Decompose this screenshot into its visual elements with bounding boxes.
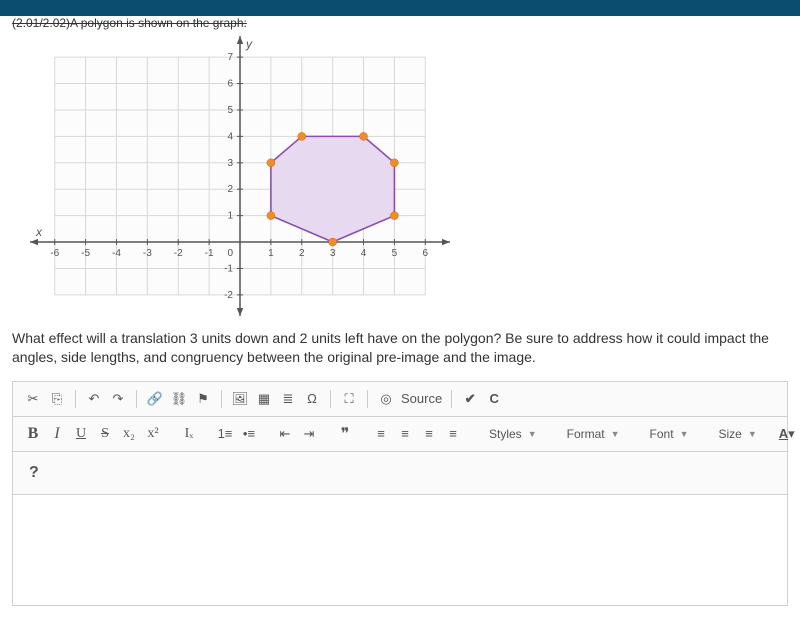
question-code: (2.01/2.02)	[12, 16, 70, 30]
svg-text:x: x	[35, 225, 43, 239]
subscript-button[interactable]: x₂	[117, 423, 141, 445]
unordered-list-button[interactable]: •≡	[237, 423, 261, 445]
align-center-button[interactable]: ≡	[393, 423, 417, 445]
superscript-button[interactable]: x²	[141, 423, 165, 445]
svg-text:6: 6	[227, 79, 233, 90]
unlink-button[interactable]: ⛓	[167, 388, 191, 410]
separator	[136, 390, 137, 408]
bold-button[interactable]: B	[21, 423, 45, 445]
toolbar-row-1: ✂ ⎘ ↶ ↷ 🔗 ⛓ ⚑ 🖼 ▦ ≣ Ω ⛶ ◎ Source ✔ C	[13, 382, 787, 417]
underline-button[interactable]: U	[69, 423, 93, 445]
separator	[75, 390, 76, 408]
graph-container: -6 -5 -4 -3 -2 -1 1 2 3 4 5 6 -2 -1 1 2 3 4 5 6 7 0 x y	[30, 36, 788, 319]
svg-text:-4: -4	[112, 248, 121, 259]
svg-text:-2: -2	[224, 290, 233, 301]
spellcheck-button[interactable]: ✔	[458, 388, 482, 410]
removeformat-button[interactable]: Iₓ	[177, 423, 201, 445]
cut-button[interactable]: ✂	[21, 388, 45, 410]
link-button[interactable]: 🔗	[143, 388, 167, 410]
font-dropdown[interactable]: Font ▼	[644, 423, 695, 445]
size-label: Size	[718, 427, 741, 441]
svg-text:5: 5	[227, 105, 233, 116]
hr-button[interactable]: ≣	[276, 388, 300, 410]
ordered-list-button[interactable]: 1≡	[213, 423, 237, 445]
question-intro: A polygon is shown on the graph:	[70, 16, 247, 30]
svg-text:0: 0	[227, 248, 233, 259]
svg-text:y: y	[245, 37, 253, 51]
image-button[interactable]: 🖼	[228, 388, 252, 410]
toolbar-row-2: B I U S x₂ x² Iₓ 1≡ •≡ ⇤ ⇥ ❞ ≡ ≡ ≡ ≡ Sty…	[13, 417, 787, 452]
copy-button[interactable]: ⎘	[45, 388, 69, 410]
caret-down-icon: ▼	[748, 429, 757, 439]
caret-down-icon: ▼	[528, 429, 537, 439]
answer-textarea[interactable]	[13, 495, 787, 605]
svg-text:1: 1	[227, 211, 233, 222]
align-justify-button[interactable]: ≡	[441, 423, 465, 445]
source-button[interactable]: Source	[398, 388, 445, 410]
separator	[451, 390, 452, 408]
question-header: (2.01/2.02)A polygon is shown on the gra…	[12, 16, 788, 30]
svg-text:-6: -6	[50, 248, 59, 259]
svg-text:3: 3	[330, 248, 336, 259]
svg-text:2: 2	[227, 184, 233, 195]
caret-down-icon: ▼	[611, 429, 620, 439]
svg-text:2: 2	[299, 248, 305, 259]
svg-text:4: 4	[227, 131, 233, 142]
text-color-button[interactable]: A▾	[775, 426, 799, 442]
align-left-button[interactable]: ≡	[369, 423, 393, 445]
caret-down-icon: ▾	[788, 426, 795, 442]
table-button[interactable]: ▦	[252, 388, 276, 410]
align-right-button[interactable]: ≡	[417, 423, 441, 445]
svg-text:3: 3	[227, 158, 233, 169]
strike-button[interactable]: S	[93, 423, 117, 445]
font-label: Font	[650, 427, 674, 441]
undo-button[interactable]: ↶	[82, 388, 106, 410]
toolbar-row-3: ?	[13, 452, 787, 495]
source-icon: ◎	[374, 388, 398, 410]
refresh-button[interactable]: C	[482, 388, 506, 410]
anchor-button[interactable]: ⚑	[191, 388, 215, 410]
svg-text:4: 4	[361, 248, 367, 259]
format-label: Format	[567, 427, 605, 441]
question-prompt: What effect will a translation 3 units d…	[12, 329, 788, 367]
rich-text-editor: ✂ ⎘ ↶ ↷ 🔗 ⛓ ⚑ 🖼 ▦ ≣ Ω ⛶ ◎ Source ✔ C B I	[12, 381, 788, 606]
size-dropdown[interactable]: Size ▼	[712, 423, 762, 445]
redo-button[interactable]: ↷	[106, 388, 130, 410]
svg-text:5: 5	[392, 248, 398, 259]
indent-button[interactable]: ⇥	[297, 423, 321, 445]
blockquote-button[interactable]: ❞	[333, 423, 357, 445]
specialchar-button[interactable]: Ω	[300, 388, 324, 410]
styles-dropdown[interactable]: Styles ▼	[483, 423, 543, 445]
italic-button[interactable]: I	[45, 423, 69, 445]
svg-text:6: 6	[423, 248, 429, 259]
svg-text:-2: -2	[174, 248, 183, 259]
caret-down-icon: ▼	[680, 429, 689, 439]
polygon-graph: -6 -5 -4 -3 -2 -1 1 2 3 4 5 6 -2 -1 1 2 3 4 5 6 7 0 x y	[30, 36, 450, 316]
maximize-button[interactable]: ⛶	[337, 388, 361, 410]
svg-text:7: 7	[227, 52, 233, 63]
svg-text:-1: -1	[205, 248, 214, 259]
svg-text:-1: -1	[224, 263, 233, 274]
separator	[221, 390, 222, 408]
separator	[330, 390, 331, 408]
separator	[367, 390, 368, 408]
outdent-button[interactable]: ⇤	[273, 423, 297, 445]
svg-text:-3: -3	[143, 248, 152, 259]
svg-text:1: 1	[268, 248, 274, 259]
text-color-label: A	[779, 426, 788, 441]
help-button[interactable]: ?	[21, 458, 47, 488]
format-dropdown[interactable]: Format ▼	[561, 423, 626, 445]
svg-text:-5: -5	[81, 248, 90, 259]
styles-label: Styles	[489, 427, 522, 441]
